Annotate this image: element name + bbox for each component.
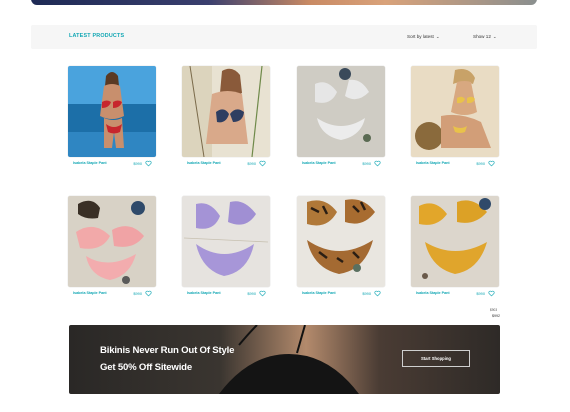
product-card[interactable]: Isabela Staple Pant $990: [68, 196, 156, 300]
extra-sku: $903: [490, 308, 498, 312]
product-price: $990: [133, 161, 142, 166]
start-shopping-button[interactable]: Start Shopping: [402, 350, 470, 367]
product-image[interactable]: [411, 196, 499, 287]
products-toolbar: LATEST PRODUCTS Sort by latest ⌄ Show 12 ⌄: [31, 25, 537, 49]
product-name[interactable]: Isabela Staple Pant: [416, 291, 450, 295]
section-title: LATEST PRODUCTS: [69, 33, 125, 39]
chevron-down-icon: ⌄: [435, 34, 440, 39]
heart-outline-icon[interactable]: [259, 160, 266, 167]
product-card[interactable]: Isabela Staple Pant $990: [297, 66, 385, 170]
product-card[interactable]: Isabela Staple Pant $990: [297, 196, 385, 300]
chevron-down-icon: ⌄: [492, 34, 497, 39]
product-price: $990: [133, 291, 142, 296]
product-image[interactable]: [182, 66, 270, 157]
product-image[interactable]: [68, 196, 156, 287]
product-card[interactable]: Isabela Staple Pant $990: [182, 66, 270, 170]
product-name[interactable]: Isabela Staple Pant: [73, 161, 107, 165]
product-name[interactable]: Isabela Staple Pant: [416, 161, 450, 165]
product-image[interactable]: [68, 66, 156, 157]
product-price: $990: [362, 161, 371, 166]
product-name[interactable]: Isabela Staple Pant: [302, 291, 336, 295]
heart-outline-icon[interactable]: [488, 290, 495, 297]
heart-outline-icon[interactable]: [145, 290, 152, 297]
show-label: Show 12: [473, 34, 491, 39]
product-name[interactable]: Isabela Staple Pant: [302, 161, 336, 165]
sort-dropdown[interactable]: Sort by latest ⌄: [407, 34, 440, 40]
extra-price: $992: [492, 314, 500, 318]
show-count-dropdown[interactable]: Show 12 ⌄: [473, 34, 497, 40]
heart-outline-icon[interactable]: [259, 290, 266, 297]
product-card[interactable]: Isabela Staple Pant $990: [182, 196, 270, 300]
product-card[interactable]: Isabela Staple Pant $990: [411, 196, 499, 300]
sort-label: Sort by latest: [407, 34, 434, 39]
product-price: $990: [247, 161, 256, 166]
product-card[interactable]: Isabela Staple Pant $990: [411, 66, 499, 170]
product-image[interactable]: [297, 66, 385, 157]
product-price: $990: [362, 291, 371, 296]
heart-outline-icon[interactable]: [374, 290, 381, 297]
product-image[interactable]: [297, 196, 385, 287]
product-price: $990: [247, 291, 256, 296]
heart-outline-icon[interactable]: [488, 160, 495, 167]
heart-outline-icon[interactable]: [145, 160, 152, 167]
promo-subheadline: Get 50% Off Sitewide: [100, 362, 192, 373]
product-name[interactable]: Isabela Staple Pant: [187, 291, 221, 295]
product-card[interactable]: Isabela Staple Pant $990: [68, 66, 156, 170]
product-price: $990: [476, 291, 485, 296]
product-image[interactable]: [411, 66, 499, 157]
product-image[interactable]: [182, 196, 270, 287]
product-name[interactable]: Isabela Staple Pant: [73, 291, 107, 295]
product-name[interactable]: Isabela Staple Pant: [187, 161, 221, 165]
promo-banner: Bikinis Never Run Out Of Style Get 50% O…: [69, 325, 500, 394]
top-banner-image: [31, 0, 537, 5]
heart-outline-icon[interactable]: [374, 160, 381, 167]
promo-headline: Bikinis Never Run Out Of Style: [100, 345, 235, 356]
product-price: $990: [476, 161, 485, 166]
